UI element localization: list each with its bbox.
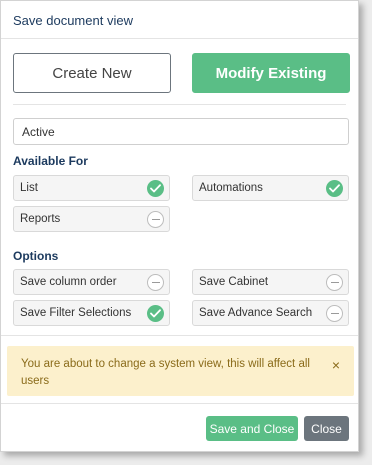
- create-new-button[interactable]: Create New: [13, 53, 171, 93]
- option-label: Automations: [199, 182, 263, 194]
- available-reports-toggle[interactable]: Reports: [13, 206, 170, 232]
- alert-message: You are about to change a system view, t…: [21, 358, 310, 387]
- minus-circle-icon: [147, 273, 164, 291]
- check-icon: [147, 304, 164, 322]
- view-name-input[interactable]: [13, 118, 349, 145]
- option-label: Reports: [20, 213, 61, 225]
- available-for-heading: Available For: [13, 154, 88, 168]
- check-icon: [147, 179, 164, 197]
- available-automations-toggle[interactable]: Automations: [192, 175, 349, 201]
- close-button[interactable]: Close: [304, 416, 349, 441]
- option-save-column-order-toggle[interactable]: Save column order: [13, 269, 170, 295]
- mode-divider: [13, 104, 346, 105]
- option-label: List: [20, 182, 38, 194]
- option-save-filter-selections-toggle[interactable]: Save Filter Selections: [13, 300, 170, 326]
- option-save-cabinet-toggle[interactable]: Save Cabinet: [192, 269, 349, 295]
- minus-circle-icon: [147, 210, 164, 228]
- minus-circle-icon: [326, 273, 343, 291]
- modify-existing-button[interactable]: Modify Existing: [192, 53, 350, 93]
- save-and-close-button[interactable]: Save and Close: [206, 416, 298, 441]
- footer-divider: [1, 403, 358, 404]
- option-label: Save Advance Search: [199, 307, 313, 319]
- option-save-advance-search-toggle[interactable]: Save Advance Search: [192, 300, 349, 326]
- system-view-warning-alert: You are about to change a system view, t…: [7, 346, 354, 396]
- option-label: Save Cabinet: [199, 276, 269, 288]
- options-heading: Options: [13, 249, 59, 263]
- dialog-title: Save document view: [13, 13, 133, 28]
- title-divider: [1, 38, 358, 39]
- available-list-toggle[interactable]: List: [13, 175, 170, 201]
- options-divider: [1, 335, 358, 336]
- save-view-dialog: Save document view Create New Modify Exi…: [0, 0, 359, 452]
- option-label: Save Filter Selections: [20, 307, 132, 319]
- minus-circle-icon: [326, 304, 343, 322]
- close-icon[interactable]: ×: [332, 358, 340, 372]
- option-label: Save column order: [20, 276, 117, 288]
- check-icon: [326, 179, 343, 197]
